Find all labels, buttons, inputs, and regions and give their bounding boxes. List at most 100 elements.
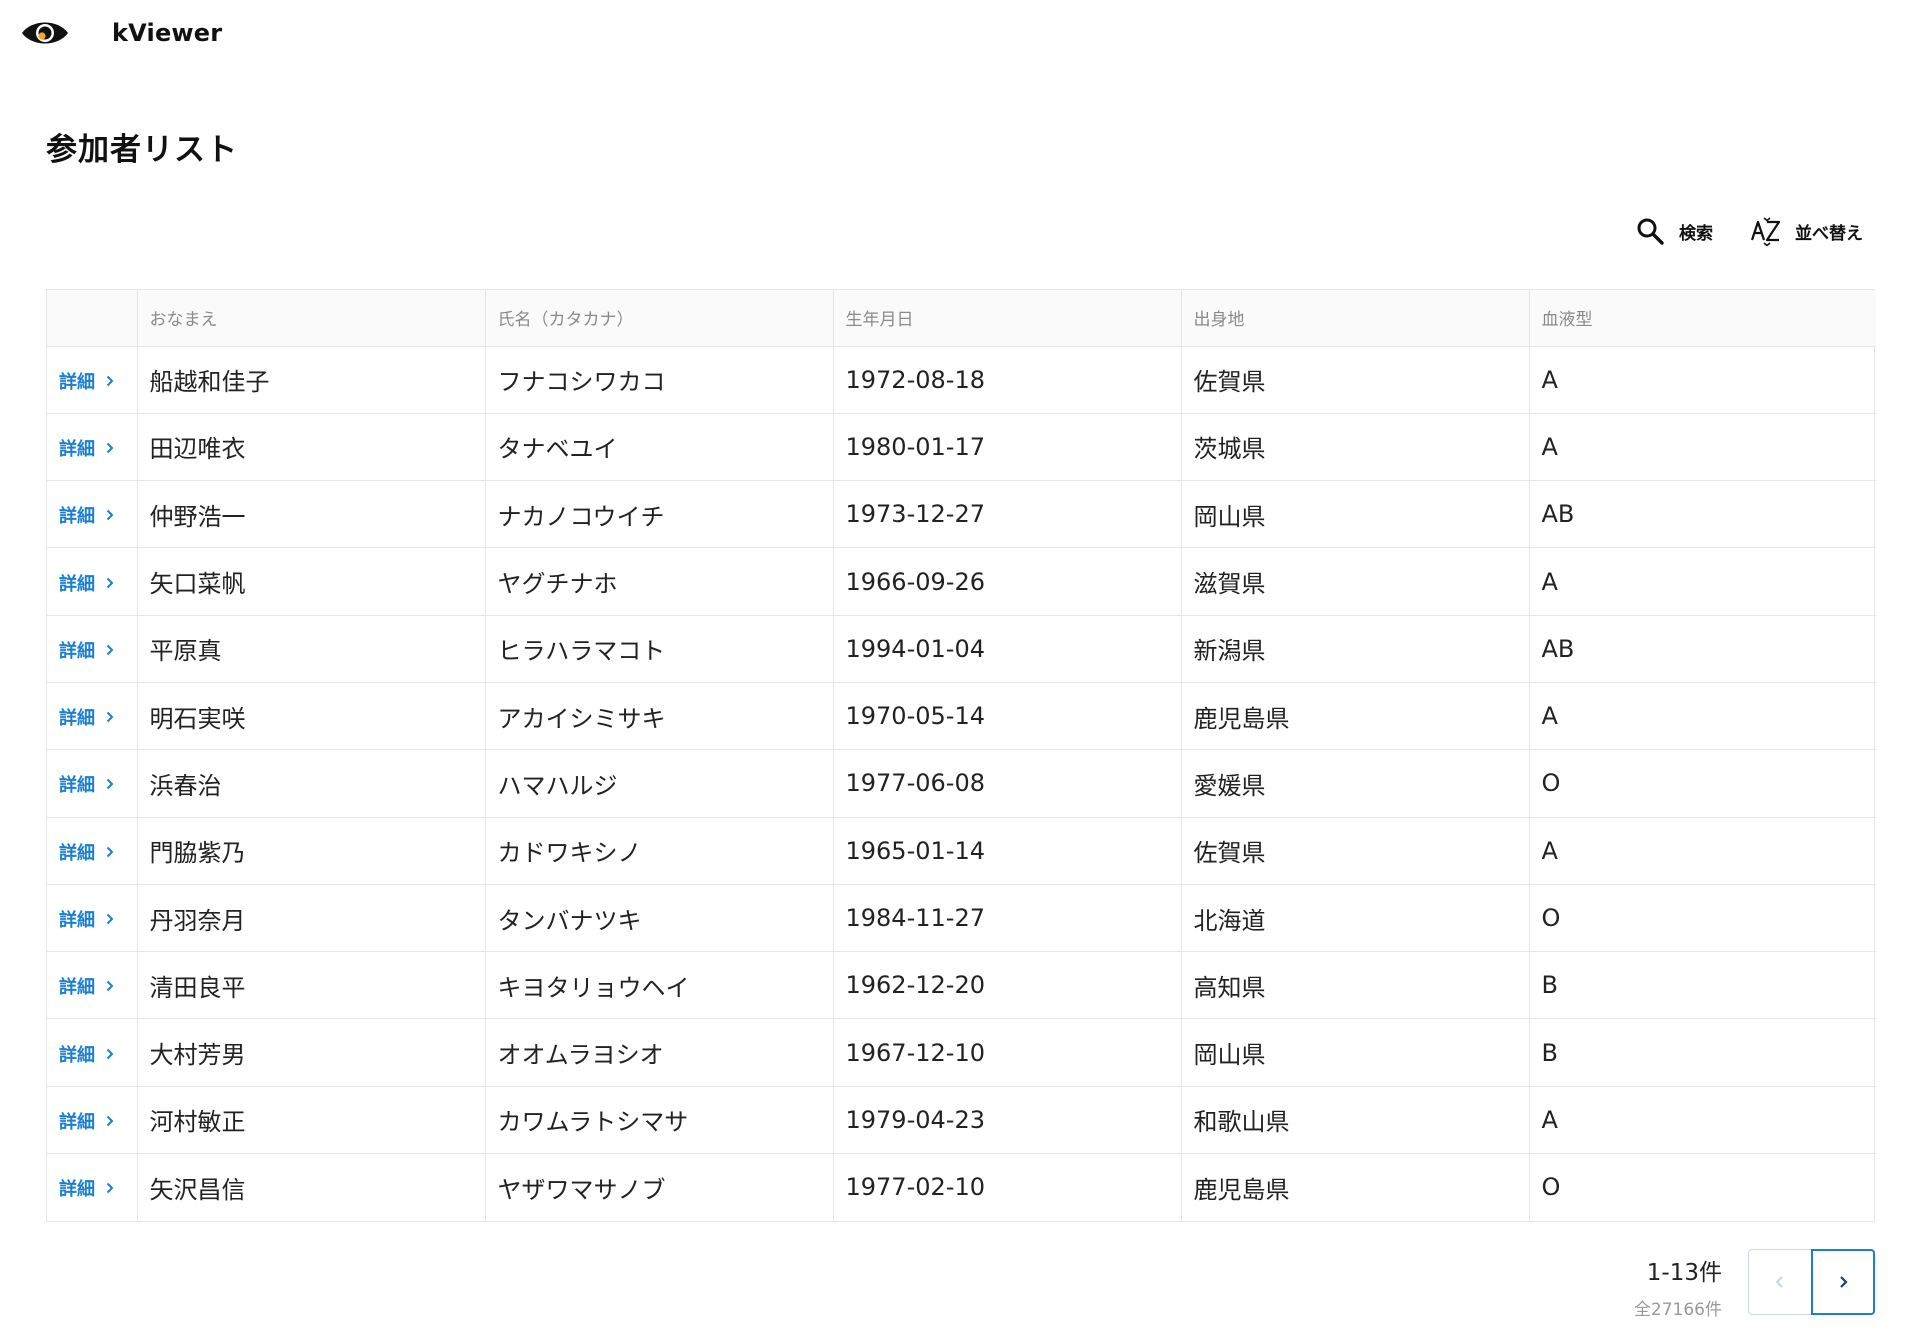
cell-kana: ヤグチナホ: [484, 547, 833, 616]
detail-link[interactable]: 詳細: [59, 1175, 117, 1201]
detail-link[interactable]: 詳細: [59, 368, 117, 394]
cell-birthdate: 1967-12-10: [832, 1018, 1181, 1087]
detail-link[interactable]: 詳細: [59, 973, 117, 999]
table-row: 詳細 船越和佳子 フナコシワカコ 1972-08-18 佐賀県 A: [47, 346, 1876, 414]
detail-link[interactable]: 詳細: [59, 1108, 117, 1134]
table-row: 詳細 矢沢昌信 ヤザワマサノブ 1977-02-10 鹿児島県 O: [47, 1153, 1876, 1221]
chevron-right-icon: [106, 779, 114, 790]
table-row: 詳細 田辺唯衣 タナベユイ 1980-01-17 茨城県 A: [47, 413, 1876, 482]
cell-name: 明石実咲: [136, 682, 485, 751]
app-header: kViewer: [20, 12, 222, 54]
detail-link[interactable]: 詳細: [59, 771, 117, 797]
sort-button[interactable]: 並べ替え: [1751, 216, 1863, 246]
cell-detail: 詳細: [47, 480, 137, 549]
chevron-right-icon: [106, 510, 114, 521]
detail-link-label: 詳細: [59, 910, 95, 932]
detail-link[interactable]: 詳細: [59, 704, 117, 730]
cell-name: 丹羽奈月: [136, 884, 485, 953]
cell-birthdate: 1994-01-04: [832, 615, 1181, 683]
cell-kana: オオムラヨシオ: [484, 1018, 833, 1087]
chevron-right-icon: [106, 913, 114, 925]
page-buttons: [1748, 1249, 1875, 1315]
cell-detail: 詳細: [47, 749, 137, 818]
detail-link[interactable]: 詳細: [59, 502, 117, 528]
cell-kana: ナカノコウイチ: [484, 480, 833, 549]
cell-kana: タンバナツキ: [484, 884, 833, 953]
detail-link[interactable]: 詳細: [59, 637, 117, 663]
detail-link-label: 詳細: [59, 506, 95, 528]
cell-detail: 詳細: [47, 951, 137, 1020]
cell-birthdate: 1984-11-27: [832, 884, 1181, 953]
cell-name: 平原真: [136, 615, 485, 683]
cell-name: 矢沢昌信: [136, 1153, 485, 1221]
page-title: 参加者リスト: [46, 132, 238, 168]
search-button[interactable]: 検索: [1635, 216, 1713, 246]
cell-detail: 詳細: [47, 817, 137, 885]
cell-origin: 茨城県: [1180, 413, 1529, 482]
previous-page-button[interactable]: [1748, 1249, 1812, 1315]
chevron-left-icon: [1775, 1276, 1783, 1288]
cell-origin: 高知県: [1180, 951, 1529, 1020]
cell-blood-type: B: [1528, 951, 1876, 1020]
detail-link[interactable]: 詳細: [59, 839, 117, 865]
detail-link-label: 詳細: [59, 1111, 95, 1133]
chevron-right-icon: [106, 375, 114, 386]
cell-name: 矢口菜帆: [136, 547, 485, 616]
table-row: 詳細 河村敏正 カワムラトシマサ 1979-04-23 和歌山県 A: [47, 1086, 1876, 1155]
cell-blood-type: O: [1528, 884, 1876, 953]
detail-link-label: 詳細: [59, 1044, 95, 1066]
table-header-row: おなまえ 氏名（カタカナ） 生年月日 出身地 血液型: [47, 290, 1876, 347]
cell-detail: 詳細: [47, 884, 137, 953]
cell-name: 河村敏正: [136, 1086, 485, 1155]
cell-kana: フナコシワカコ: [484, 346, 833, 414]
cell-blood-type: A: [1528, 682, 1876, 751]
chevron-right-icon: [106, 1115, 114, 1127]
cell-detail: 詳細: [47, 1018, 137, 1087]
column-header-kana: 氏名（カタカナ）: [484, 290, 833, 347]
chevron-right-icon: [106, 711, 114, 723]
cell-origin: 滋賀県: [1180, 547, 1529, 616]
cell-blood-type: O: [1528, 1153, 1876, 1221]
cell-birthdate: 1977-06-08: [832, 749, 1181, 818]
table-row: 詳細 平原真 ヒラハラマコト 1994-01-04 新潟県 AB: [47, 615, 1876, 683]
participant-table: おなまえ 氏名（カタカナ） 生年月日 出身地 血液型 詳細 船越和佳子 フナコシワカ…: [46, 289, 1876, 1222]
cell-name: 田辺唯衣: [136, 413, 485, 482]
table-row: 詳細 門脇紫乃 カドワキシノ 1965-01-14 佐賀県 A: [47, 817, 1876, 885]
cell-kana: カワムラトシマサ: [484, 1086, 833, 1155]
cell-origin: 岡山県: [1180, 1018, 1529, 1087]
cell-birthdate: 1965-01-14: [832, 817, 1181, 885]
cell-birthdate: 1970-05-14: [832, 682, 1181, 751]
cell-origin: 佐賀県: [1180, 817, 1529, 885]
table-row: 詳細 大村芳男 オオムラヨシオ 1967-12-10 岡山県 B: [47, 1018, 1876, 1087]
cell-kana: カドワキシノ: [484, 817, 833, 885]
cell-blood-type: A: [1528, 346, 1876, 414]
cell-origin: 和歌山県: [1180, 1086, 1529, 1155]
cell-blood-type: A: [1528, 413, 1876, 482]
chevron-right-icon: [106, 981, 114, 992]
cell-kana: タナベユイ: [484, 413, 833, 482]
detail-link[interactable]: 詳細: [59, 435, 117, 461]
cell-detail: 詳細: [47, 615, 137, 683]
cell-detail: 詳細: [47, 1086, 137, 1155]
detail-link-label: 詳細: [59, 573, 95, 595]
cell-name: 大村芳男: [136, 1018, 485, 1087]
detail-link[interactable]: 詳細: [59, 570, 117, 596]
cell-origin: 岡山県: [1180, 480, 1529, 549]
table-row: 詳細 浜春治 ハマハルジ 1977-06-08 愛媛県 O: [47, 749, 1876, 818]
cell-name: 門脇紫乃: [136, 817, 485, 885]
chevron-right-icon: [1840, 1276, 1848, 1288]
chevron-right-icon: [106, 1183, 114, 1194]
detail-link-label: 詳細: [59, 775, 95, 797]
detail-link[interactable]: 詳細: [59, 1041, 117, 1067]
cell-name: 清田良平: [136, 951, 485, 1020]
chevron-right-icon: [106, 442, 114, 454]
detail-link[interactable]: 詳細: [59, 906, 117, 932]
next-page-button[interactable]: [1811, 1249, 1875, 1315]
chevron-right-icon: [106, 577, 114, 588]
chevron-right-icon: [106, 846, 114, 857]
cell-blood-type: B: [1528, 1018, 1876, 1087]
table-row: 詳細 仲野浩一 ナカノコウイチ 1973-12-27 岡山県 AB: [47, 480, 1876, 549]
detail-link-label: 詳細: [59, 708, 95, 730]
cell-name: 船越和佳子: [136, 346, 485, 414]
table-row: 詳細 明石実咲 アカイシミサキ 1970-05-14 鹿児島県 A: [47, 682, 1876, 751]
